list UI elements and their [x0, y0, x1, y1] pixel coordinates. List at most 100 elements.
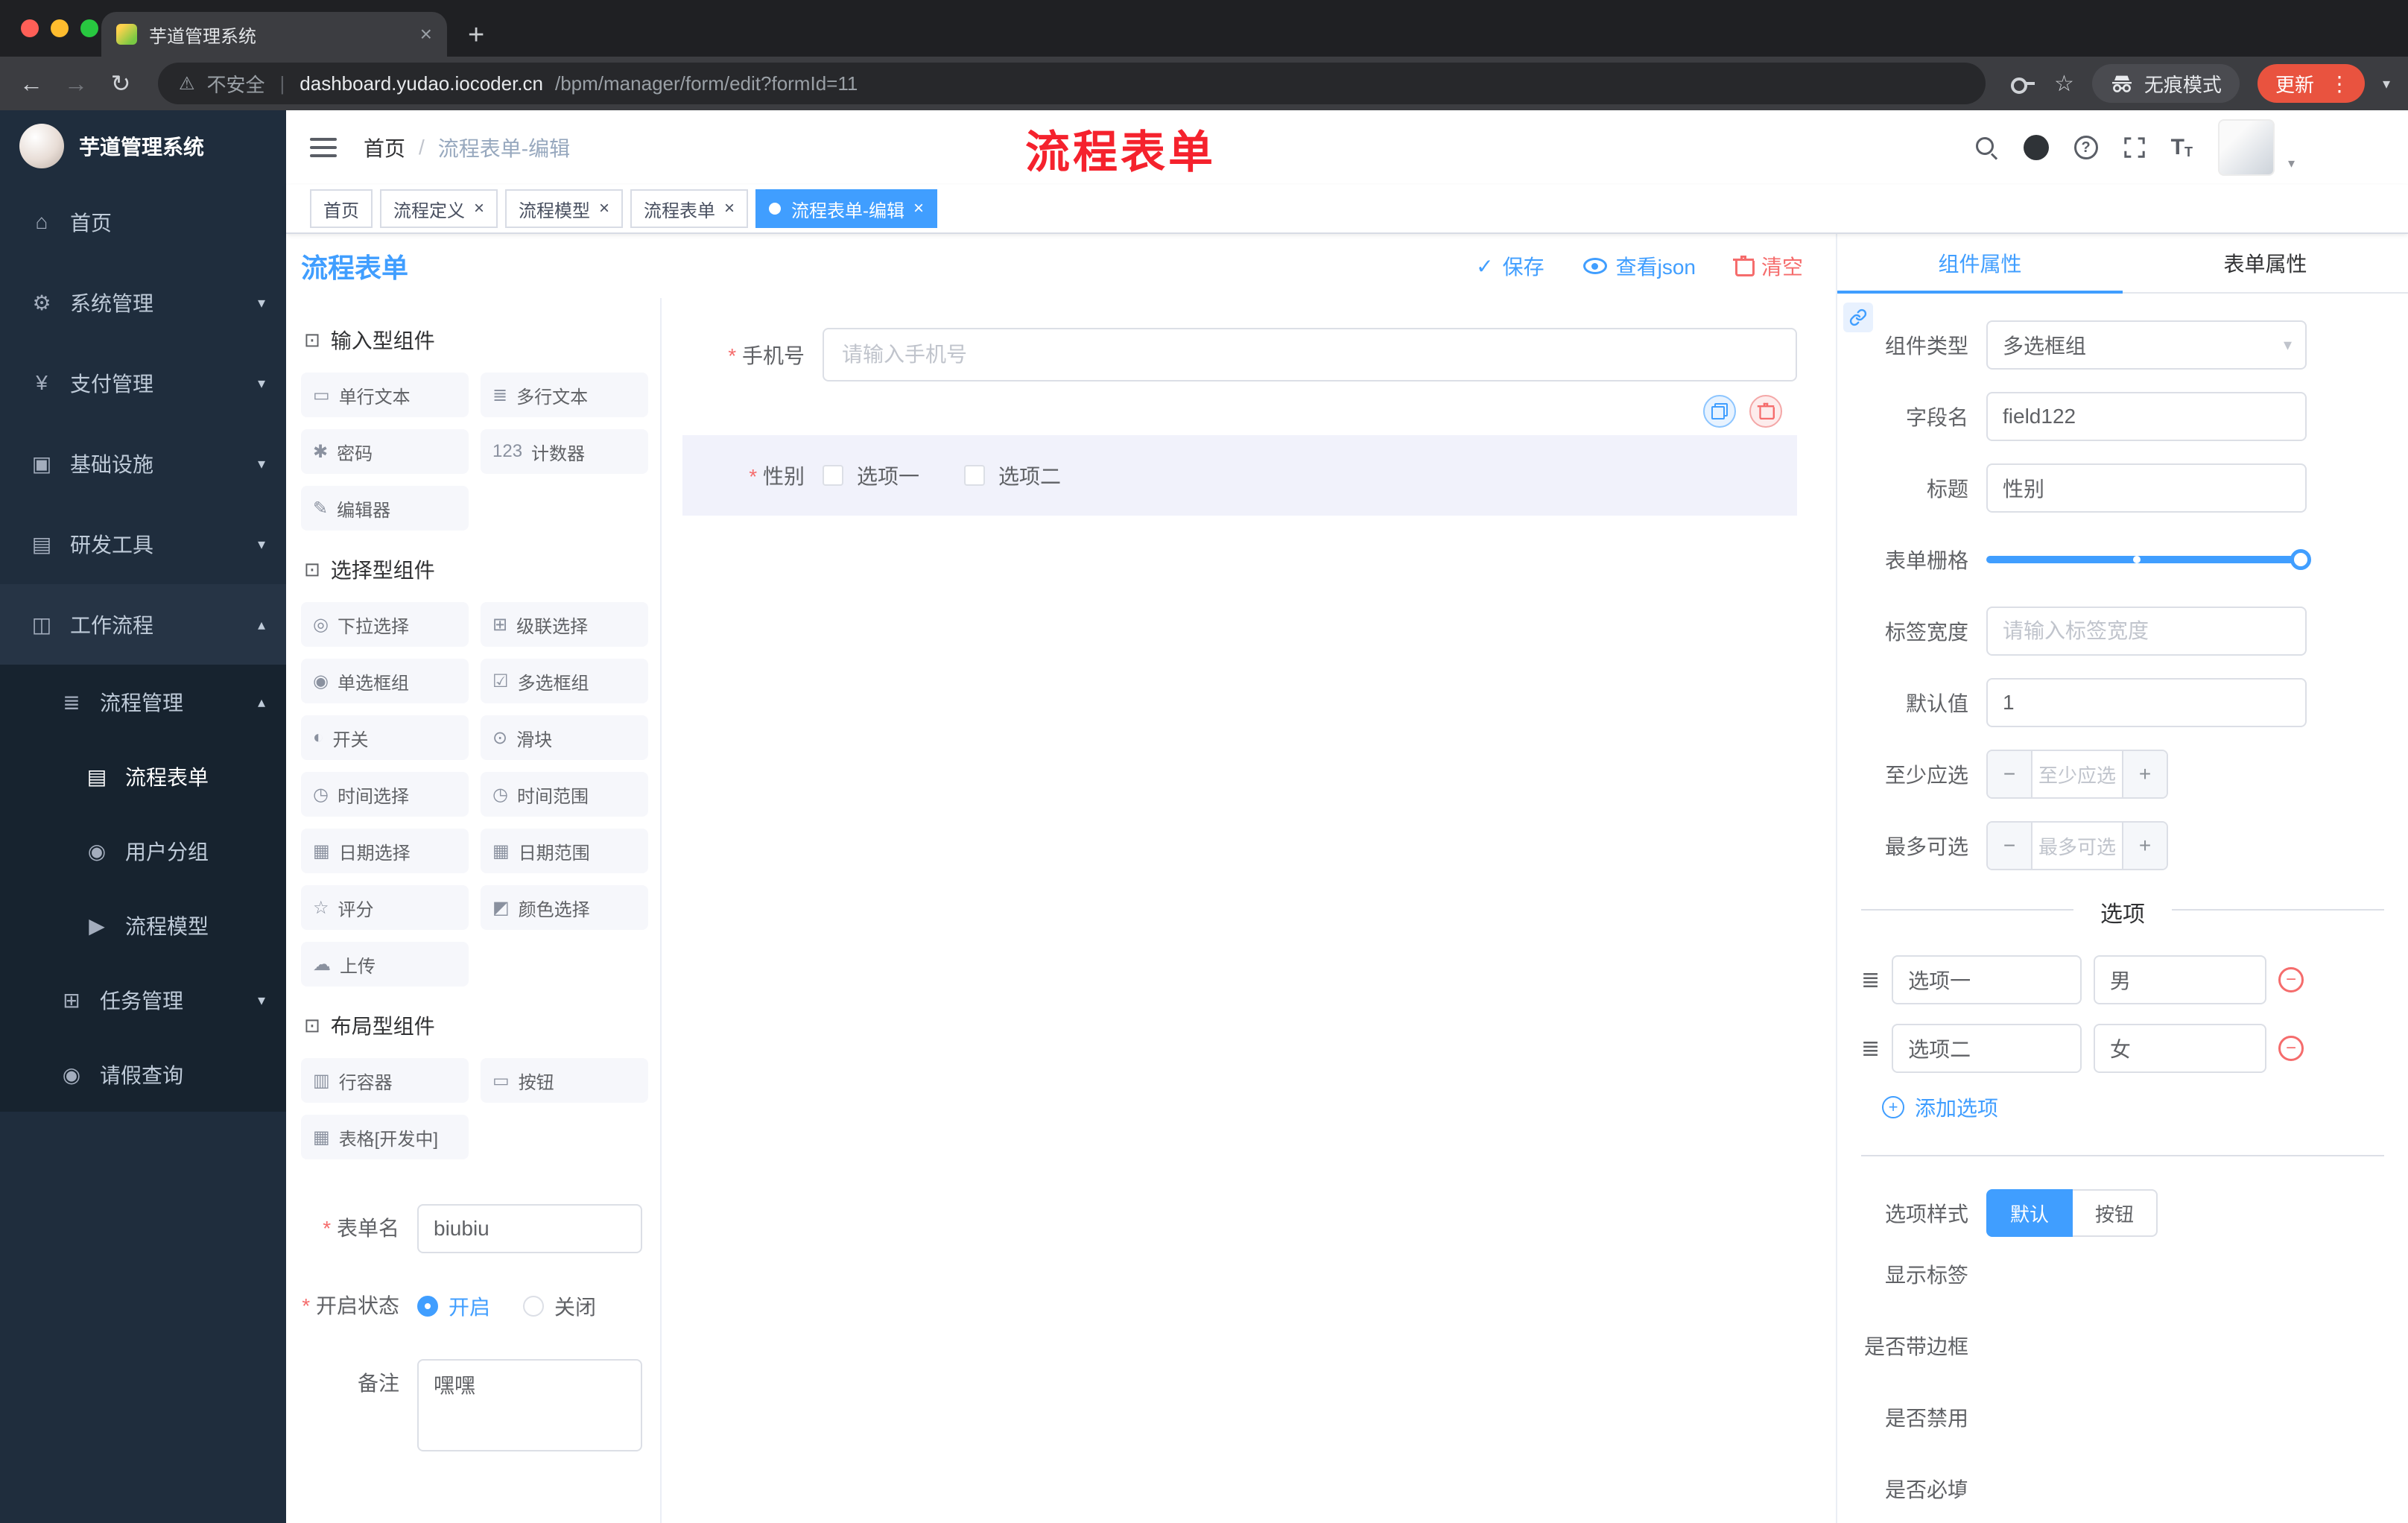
plus-button[interactable]: +: [2122, 751, 2167, 797]
palette-item-date-range[interactable]: ▦ 日期范围: [481, 829, 648, 873]
sidebar-item-process-form[interactable]: ▤ 流程表单: [0, 739, 286, 814]
form-canvas[interactable]: 手机号 性别 选项一 选: [662, 298, 1836, 1523]
browser-menu-icon[interactable]: ⋮: [2320, 72, 2359, 96]
close-icon[interactable]: ×: [599, 198, 609, 219]
form-remark-textarea[interactable]: 嘿嘿: [417, 1359, 642, 1451]
sidebar-item-process-management[interactable]: ≣ 流程管理 ▴: [0, 665, 286, 739]
option-label-input[interactable]: [1892, 1024, 2082, 1073]
add-option-button[interactable]: + 添加选项: [1837, 1092, 2408, 1122]
security-warning-icon[interactable]: ⚠: [179, 73, 195, 95]
tag-process-definition[interactable]: 流程定义 ×: [380, 189, 498, 228]
palette-item-time-range[interactable]: ◷ 时间范围: [481, 772, 648, 817]
minus-button[interactable]: −: [1988, 751, 2032, 797]
address-bar[interactable]: ⚠ 不安全 | dashboard.yudao.iocoder.cn/bpm/m…: [158, 63, 1986, 104]
tag-home[interactable]: 首页: [310, 189, 373, 228]
palette-item-color-picker[interactable]: ◩ 颜色选择: [481, 885, 648, 930]
view-json-button[interactable]: 查看json: [1582, 251, 1696, 281]
field-name-input[interactable]: [1986, 392, 2307, 441]
sidebar-item-leave-query[interactable]: ◉ 请假查询: [0, 1037, 286, 1112]
form-name-input[interactable]: [417, 1204, 642, 1253]
palette-item-table[interactable]: ▦ 表格[开发中]: [301, 1115, 469, 1159]
sidebar-item-workflow[interactable]: ◫ 工作流程 ▴: [0, 584, 286, 665]
window-close-button[interactable]: [21, 19, 39, 37]
canvas-field-gender[interactable]: 性别 选项一 选项二: [682, 395, 1797, 516]
remove-option-button[interactable]: −: [2278, 967, 2304, 992]
font-size-icon[interactable]: TT: [2171, 136, 2193, 159]
max-select-value[interactable]: 最多可选: [2032, 823, 2122, 869]
window-minimize-button[interactable]: [51, 19, 69, 37]
option-value-input[interactable]: [2093, 955, 2266, 1004]
back-button[interactable]: ←: [18, 70, 45, 98]
forward-button[interactable]: →: [63, 70, 89, 98]
tab-form-props[interactable]: 表单属性: [2123, 234, 2408, 292]
palette-item-multi-line-text[interactable]: ≣ 多行文本: [481, 373, 648, 417]
tab-component-props[interactable]: 组件属性: [1837, 234, 2123, 294]
palette-item-upload[interactable]: ☁ 上传: [301, 942, 469, 987]
canvas-field-phone[interactable]: 手机号: [682, 328, 1797, 381]
tab-close-icon[interactable]: ×: [420, 22, 432, 46]
palette-item-checkbox-group[interactable]: ☑ 多选框组: [481, 659, 648, 703]
remove-option-button[interactable]: −: [2278, 1036, 2304, 1061]
option-value-input[interactable]: [2093, 1024, 2266, 1073]
delete-field-button[interactable]: [1749, 395, 1782, 428]
palette-item-cascader[interactable]: ⊞ 级联选择: [481, 602, 648, 647]
default-value-input[interactable]: [1986, 678, 2307, 727]
status-on-radio[interactable]: 开启: [417, 1291, 490, 1321]
clear-button[interactable]: 清空: [1732, 251, 1803, 281]
browser-tab[interactable]: 芋道管理系统 ×: [101, 12, 447, 57]
link-icon[interactable]: [1843, 303, 1873, 332]
sidebar-toggle-icon[interactable]: [310, 138, 337, 157]
drag-handle-icon[interactable]: ≣: [1861, 1036, 1880, 1062]
palette-item-radio-group[interactable]: ◉ 单选框组: [301, 659, 469, 703]
palette-item-password[interactable]: ✱ 密码: [301, 429, 469, 474]
chevron-down-icon[interactable]: ▾: [2288, 156, 2295, 176]
github-icon[interactable]: [2023, 135, 2049, 160]
breadcrumb-home[interactable]: 首页: [364, 133, 405, 162]
sidebar-item-system-management[interactable]: ⚙ 系统管理 ▾: [0, 262, 286, 343]
window-zoom-button[interactable]: [80, 19, 98, 37]
status-off-radio[interactable]: 关闭: [523, 1291, 596, 1321]
tag-process-model[interactable]: 流程模型 ×: [505, 189, 624, 228]
password-key-icon[interactable]: [2009, 70, 2036, 97]
palette-item-row-container[interactable]: ▥ 行容器: [301, 1058, 469, 1103]
sidebar-item-home[interactable]: ⌂ 首页: [0, 182, 286, 262]
palette-item-slider[interactable]: ⊙ 滑块: [481, 715, 648, 760]
save-button[interactable]: ✓ 保存: [1476, 251, 1544, 281]
palette-item-counter[interactable]: 123 计数器: [481, 429, 648, 474]
style-button-button[interactable]: 按钮: [2073, 1189, 2158, 1237]
tag-process-form[interactable]: 流程表单 ×: [630, 189, 749, 228]
fullscreen-icon[interactable]: [2123, 136, 2146, 159]
option-label-input[interactable]: [1892, 955, 2082, 1004]
palette-item-rich-editor[interactable]: ✎ 编辑器: [301, 486, 469, 531]
sidebar-item-dev-tools[interactable]: ▤ 研发工具 ▾: [0, 504, 286, 584]
sidebar-item-user-group[interactable]: ◉ 用户分组: [0, 814, 286, 888]
update-button[interactable]: 更新 ⋮: [2257, 64, 2365, 103]
close-icon[interactable]: ×: [474, 198, 484, 219]
slider-handle[interactable]: [2290, 549, 2311, 570]
gender-option1-checkbox[interactable]: 选项一: [823, 460, 919, 490]
sidebar-logo[interactable]: 芋道管理系统: [0, 110, 286, 182]
sidebar-item-process-model[interactable]: ▶ 流程模型: [0, 888, 286, 963]
palette-item-button[interactable]: ▭ 按钮: [481, 1058, 648, 1103]
palette-item-single-line-text[interactable]: ▭ 单行文本: [301, 373, 469, 417]
sidebar-item-infrastructure[interactable]: ▣ 基础设施 ▾: [0, 423, 286, 504]
sidebar-item-task-management[interactable]: ⊞ 任务管理 ▾: [0, 963, 286, 1037]
grid-slider[interactable]: [1986, 535, 2311, 584]
plus-button[interactable]: +: [2122, 823, 2167, 869]
help-icon[interactable]: ?: [2073, 136, 2098, 159]
close-icon[interactable]: ×: [724, 198, 735, 219]
label-width-input[interactable]: [1986, 607, 2307, 656]
gender-option2-checkbox[interactable]: 选项二: [964, 460, 1061, 490]
title-input[interactable]: [1986, 463, 2307, 513]
min-select-value[interactable]: 至少应选: [2032, 751, 2122, 797]
minus-button[interactable]: −: [1988, 823, 2032, 869]
component-type-select[interactable]: 多选框组 ▾: [1986, 320, 2307, 370]
palette-item-date-picker[interactable]: ▦ 日期选择: [301, 829, 469, 873]
tag-process-form-edit[interactable]: 流程表单-编辑 ×: [755, 189, 938, 228]
palette-item-switch[interactable]: ◐ 开关: [301, 715, 469, 760]
bookmark-star-icon[interactable]: ☆: [2054, 71, 2074, 97]
new-tab-button[interactable]: +: [468, 21, 484, 49]
palette-item-select-dropdown[interactable]: ◎ 下拉选择: [301, 602, 469, 647]
drag-handle-icon[interactable]: ≣: [1861, 967, 1880, 993]
palette-item-time-picker[interactable]: ◷ 时间选择: [301, 772, 469, 817]
